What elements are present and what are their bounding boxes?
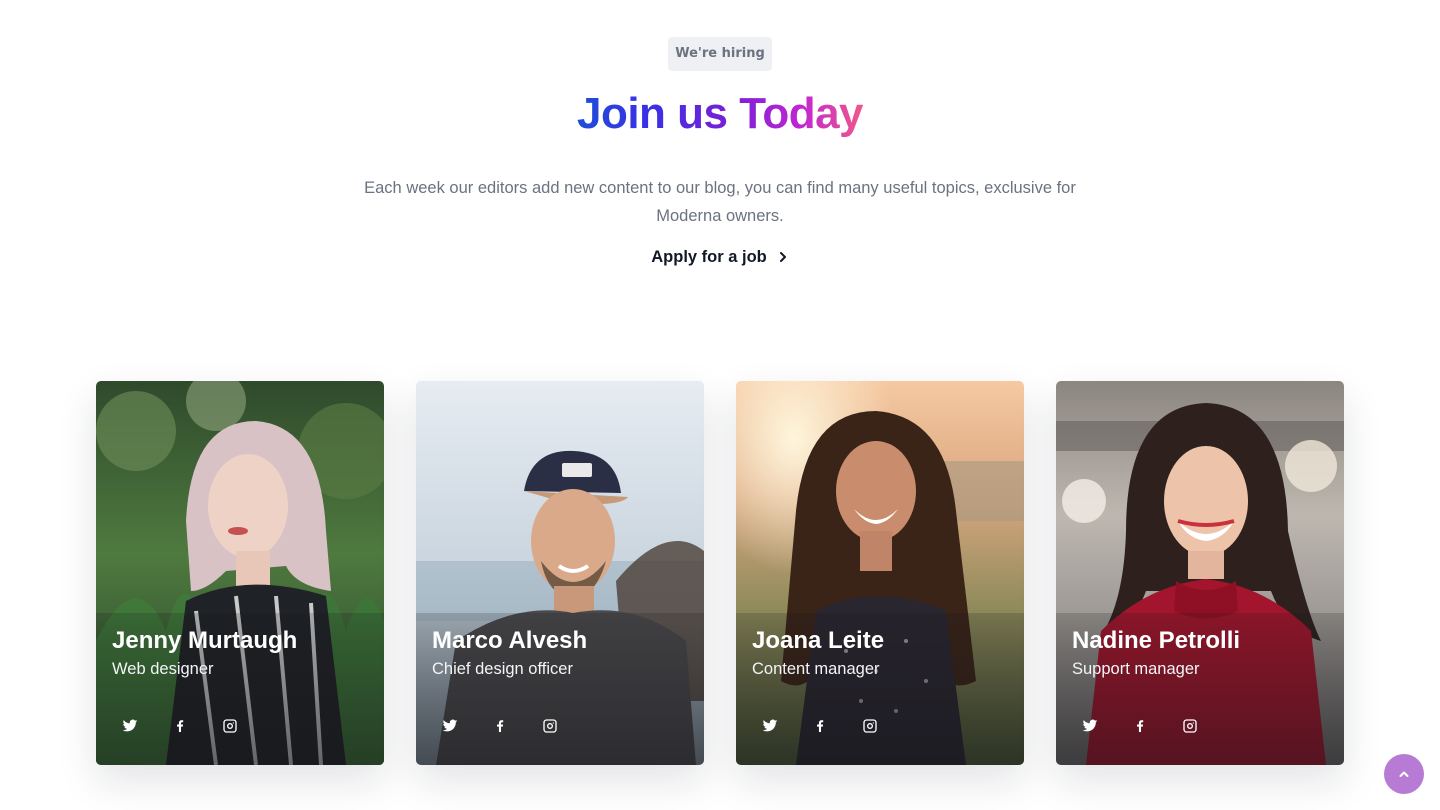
facebook-icon bbox=[497, 720, 504, 732]
team-member-role: Support manager bbox=[1072, 660, 1200, 678]
twitter-link[interactable] bbox=[120, 715, 140, 737]
instagram-link[interactable] bbox=[220, 715, 240, 737]
team-member-role: Content manager bbox=[752, 660, 880, 678]
team-card: Jenny Murtaugh Web designer bbox=[96, 381, 384, 765]
twitter-link[interactable] bbox=[440, 715, 460, 737]
team-member-role: Chief design officer bbox=[432, 660, 573, 678]
twitter-icon bbox=[442, 719, 458, 732]
page-title: Join us Today bbox=[0, 86, 1440, 142]
apply-for-job-label: Apply for a job bbox=[651, 247, 767, 266]
instagram-icon bbox=[863, 719, 877, 733]
team-member-info: Jenny Murtaugh Web designer bbox=[112, 626, 368, 680]
facebook-link[interactable] bbox=[1130, 715, 1150, 737]
hero-subtitle: Each week our editors add new content to… bbox=[364, 179, 1076, 225]
team-member-name: Nadine Petrolli bbox=[1072, 627, 1241, 654]
twitter-icon bbox=[122, 719, 138, 732]
social-links bbox=[440, 715, 560, 737]
team-member-name: Marco Alvesh bbox=[432, 627, 588, 654]
facebook-icon bbox=[1137, 720, 1144, 732]
twitter-icon bbox=[762, 719, 778, 732]
instagram-icon bbox=[1183, 719, 1197, 733]
team-member-name: Joana Leite bbox=[752, 627, 885, 654]
twitter-link[interactable] bbox=[1080, 715, 1100, 737]
facebook-link[interactable] bbox=[170, 715, 190, 737]
instagram-link[interactable] bbox=[1180, 715, 1200, 737]
twitter-link[interactable] bbox=[760, 715, 780, 737]
instagram-icon bbox=[543, 719, 557, 733]
hiring-badge: We're hiring bbox=[668, 37, 772, 71]
team-card: Marco Alvesh Chief design officer bbox=[416, 381, 704, 765]
facebook-link[interactable] bbox=[490, 715, 510, 737]
team-member-info: Joana Leite Content manager bbox=[752, 626, 1008, 680]
instagram-icon bbox=[223, 719, 237, 733]
chevron-right-icon bbox=[779, 252, 786, 262]
twitter-icon bbox=[1082, 719, 1098, 732]
facebook-icon bbox=[177, 720, 184, 732]
team-member-name: Jenny Murtaugh bbox=[112, 627, 298, 654]
team-member-info: Nadine Petrolli Support manager bbox=[1072, 626, 1328, 680]
team-card: Joana Leite Content manager bbox=[736, 381, 1024, 765]
back-to-top-button[interactable] bbox=[1384, 754, 1424, 794]
instagram-link[interactable] bbox=[860, 715, 880, 737]
instagram-link[interactable] bbox=[540, 715, 560, 737]
apply-for-job-link[interactable]: Apply for a job bbox=[640, 244, 800, 270]
team-grid: Jenny Murtaugh Web designer Marco Alvesh… bbox=[96, 381, 1344, 765]
page-title-text: Join us Today bbox=[576, 89, 864, 138]
team-member-info: Marco Alvesh Chief design officer bbox=[432, 626, 688, 680]
social-links bbox=[1080, 715, 1200, 737]
team-card: Nadine Petrolli Support manager bbox=[1056, 381, 1344, 765]
social-links bbox=[760, 715, 880, 737]
team-member-role: Web designer bbox=[112, 660, 214, 678]
facebook-link[interactable] bbox=[810, 715, 830, 737]
facebook-icon bbox=[817, 720, 824, 732]
social-links bbox=[120, 715, 240, 737]
page: We're hiring Join us Today Each week our… bbox=[0, 0, 1440, 810]
chevron-up-icon bbox=[1399, 771, 1409, 777]
